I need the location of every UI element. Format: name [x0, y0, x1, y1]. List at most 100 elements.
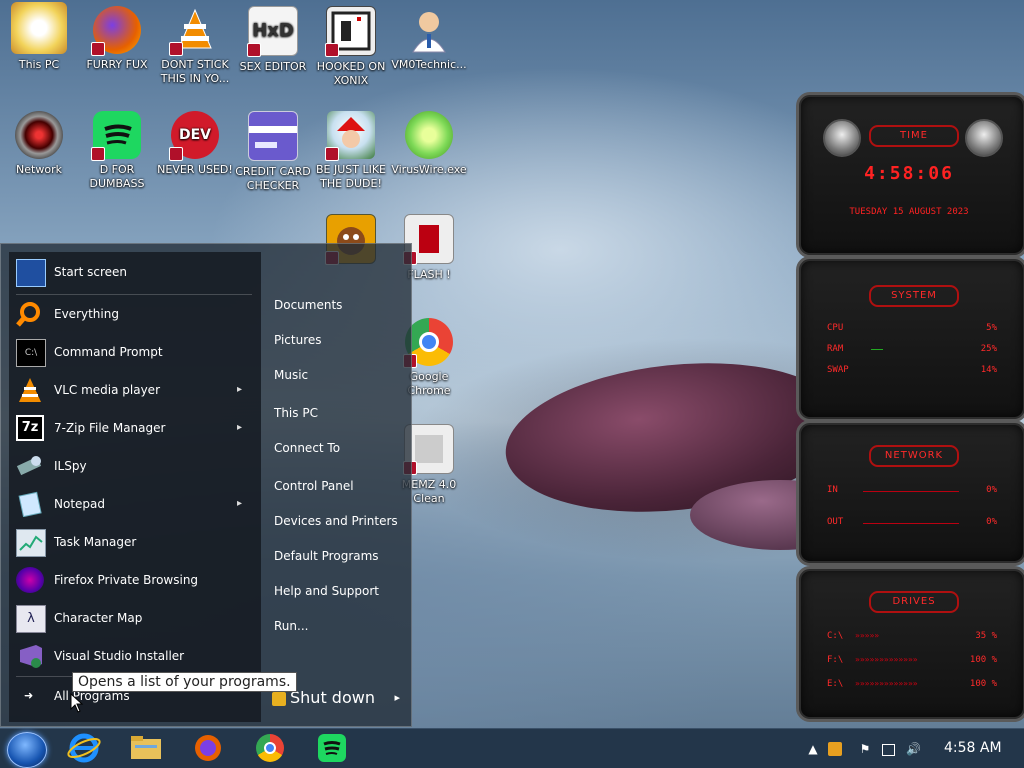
taskbar-chrome[interactable] [250, 732, 290, 764]
internet-explorer-icon [67, 733, 101, 763]
start-menu-link-this-pc[interactable]: This PC [274, 406, 318, 420]
desktop-icon-furry-fux[interactable]: FURRY FUX [78, 0, 156, 96]
gadget-clock-readout: 4:58:06 [864, 163, 954, 184]
network-out-graph [863, 523, 959, 524]
alien-head-icon [965, 119, 1003, 157]
start-menu-item-task-manager[interactable]: Task Manager [8, 525, 252, 559]
xonix-game-icon [325, 6, 376, 57]
desktop-icon-network[interactable]: Network [0, 105, 78, 201]
drive-e-bar: »»»»»»»»»»»»» [855, 679, 918, 688]
firefox-icon [195, 735, 221, 761]
start-menu-link-devices-printers[interactable]: Devices and Printers [274, 514, 398, 528]
start-menu-item-firefox-private[interactable]: Firefox Private Browsing [8, 563, 252, 597]
start-menu-item-command-prompt[interactable]: C:\ Command Prompt [8, 335, 252, 369]
network-in-label: IN [827, 485, 838, 495]
start-menu-link-run[interactable]: Run... [274, 619, 308, 633]
drive-e-row: E:\ »»»»»»»»»»»»» 100 % [827, 679, 997, 689]
show-hidden-icons-chevron[interactable]: ▲ [806, 742, 820, 756]
start-menu-item-start-screen[interactable]: Start screen [8, 255, 252, 289]
desktop-icon-dont-stick[interactable]: DONT STICK THIS IN YO... [156, 0, 234, 96]
start-menu-link-documents[interactable]: Documents [274, 298, 342, 312]
desktop-icon-be-just-like-the-dude[interactable]: BE JUST LIKE THE DUDE! [312, 105, 390, 201]
desktop-icon-label: BE JUST LIKE THE DUDE! [315, 163, 387, 190]
cpu-row: CPU 5% [827, 323, 997, 333]
network-out-row: OUT 0% [827, 517, 997, 527]
start-menu-link-default-programs[interactable]: Default Programs [274, 549, 379, 563]
desktop-icon-hooked-on-xonix[interactable]: HOOKED ON XONIX [312, 0, 390, 96]
taskbar-firefox[interactable] [188, 732, 228, 764]
ram-row: RAM 25% [827, 344, 997, 354]
credit-card-icon [248, 111, 298, 161]
santa-icon [325, 111, 375, 161]
volume-icon[interactable]: 🔊 [906, 742, 921, 756]
drive-c-bar: »»»»» [855, 631, 880, 640]
start-menu-link-pictures[interactable]: Pictures [274, 333, 322, 347]
drive-f-row: F:\ »»»»»»»»»»»»» 100 % [827, 655, 997, 665]
firefox-icon [91, 6, 141, 56]
search-magnifier-icon [16, 301, 44, 327]
spotify-icon [91, 111, 141, 161]
start-menu-link-music[interactable]: Music [274, 368, 308, 382]
start-menu-item-notepad[interactable]: Notepad ▸ [8, 487, 252, 521]
start-menu-item-7zip[interactable]: 7z 7-Zip File Manager ▸ [8, 411, 252, 445]
network-out-label: OUT [827, 517, 844, 527]
submenu-arrow-icon: ▸ [236, 422, 242, 433]
flag-icon[interactable]: ⚑ [858, 742, 872, 756]
doctor-person-icon [405, 6, 453, 54]
desktop-icon-label: HOOKED ON XONIX [316, 60, 386, 87]
drive-c-value: 35 % [975, 631, 997, 641]
start-menu-item-everything[interactable]: Everything [8, 297, 252, 331]
start-screen-icon [16, 259, 46, 287]
character-map-icon: λ [16, 605, 46, 633]
desktop[interactable]: This PC FURRY FUX DONT STICK THIS IN YO.… [0, 0, 1024, 768]
drive-f-label: F:\ [827, 655, 844, 665]
taskbar-clock[interactable]: 4:58 AM [944, 740, 1002, 756]
start-menu-item-vlc[interactable]: VLC media player ▸ [8, 373, 252, 407]
desktop-icon-credit-card-checker[interactable]: CREDIT CARD CHECKER [234, 105, 312, 201]
start-menu-item-visual-studio-installer[interactable]: Visual Studio Installer [8, 639, 252, 673]
desktop-icon-never-used[interactable]: DEV NEVER USED! [156, 105, 234, 201]
gadget-network-panel: NETWORK IN 0% OUT 0% [796, 420, 1024, 566]
chrome-icon [403, 318, 453, 368]
desktop-icon-label: FURRY FUX [86, 58, 148, 71]
desktop-icon-d-for-dumbass[interactable]: D FOR DUMBASS [78, 105, 156, 201]
lime-icon [405, 111, 453, 159]
start-menu-link-control-panel[interactable]: Control Panel [274, 479, 354, 493]
menu-item-label: Everything [54, 307, 119, 321]
drive-c-label: C:\ [827, 631, 844, 641]
start-menu-item-ilspy[interactable]: ILSpy [8, 449, 252, 483]
tray-app-icon[interactable] [828, 742, 842, 756]
folder-icon [131, 736, 161, 759]
desktop-icon-label: VirusWire.exe [391, 163, 467, 176]
start-menu-link-connect-to[interactable]: Connect To [274, 441, 340, 455]
taskbar-spotify[interactable] [312, 732, 352, 764]
start-menu-link-help-support[interactable]: Help and Support [274, 584, 379, 598]
mouse-cursor-icon [70, 693, 84, 713]
chevron-right-icon[interactable]: ▸ [394, 685, 400, 711]
alien-head-icon [823, 119, 861, 157]
menu-item-label: VLC media player [54, 383, 161, 397]
menu-item-label: 7-Zip File Manager [54, 421, 166, 435]
submenu-arrow-icon: ▸ [236, 384, 242, 395]
start-menu-item-character-map[interactable]: λ Character Map [8, 601, 252, 635]
taskbar-file-explorer[interactable] [126, 732, 166, 764]
spotify-icon [318, 734, 346, 762]
ram-usage-bar [871, 349, 883, 350]
drive-f-bar: »»»»»»»»»»»»» [855, 655, 918, 664]
network-in-value: 0% [986, 485, 997, 495]
desktop-icon-sex-editor[interactable]: HxD SEX EDITOR [234, 0, 312, 96]
desktop-icon-vm0technic[interactable]: VM0Technic... [390, 0, 468, 96]
ram-value: 25% [980, 344, 997, 354]
submenu-arrow-icon: ▸ [236, 498, 242, 509]
start-orb-button[interactable] [7, 732, 47, 768]
menu-item-label: Firefox Private Browsing [54, 573, 199, 587]
cmd-icon: C:\ [16, 339, 46, 367]
notepad-icon [16, 491, 44, 518]
menu-item-label: Notepad [54, 497, 105, 511]
desktop-icon-viruswire[interactable]: VirusWire.exe [390, 105, 468, 201]
desktop-icon-this-pc[interactable]: This PC [0, 0, 78, 96]
menu-item-label: Visual Studio Installer [54, 649, 185, 663]
taskbar-internet-explorer[interactable] [64, 732, 104, 764]
menu-item-label: ILSpy [54, 459, 87, 473]
network-icon[interactable] [882, 744, 895, 756]
